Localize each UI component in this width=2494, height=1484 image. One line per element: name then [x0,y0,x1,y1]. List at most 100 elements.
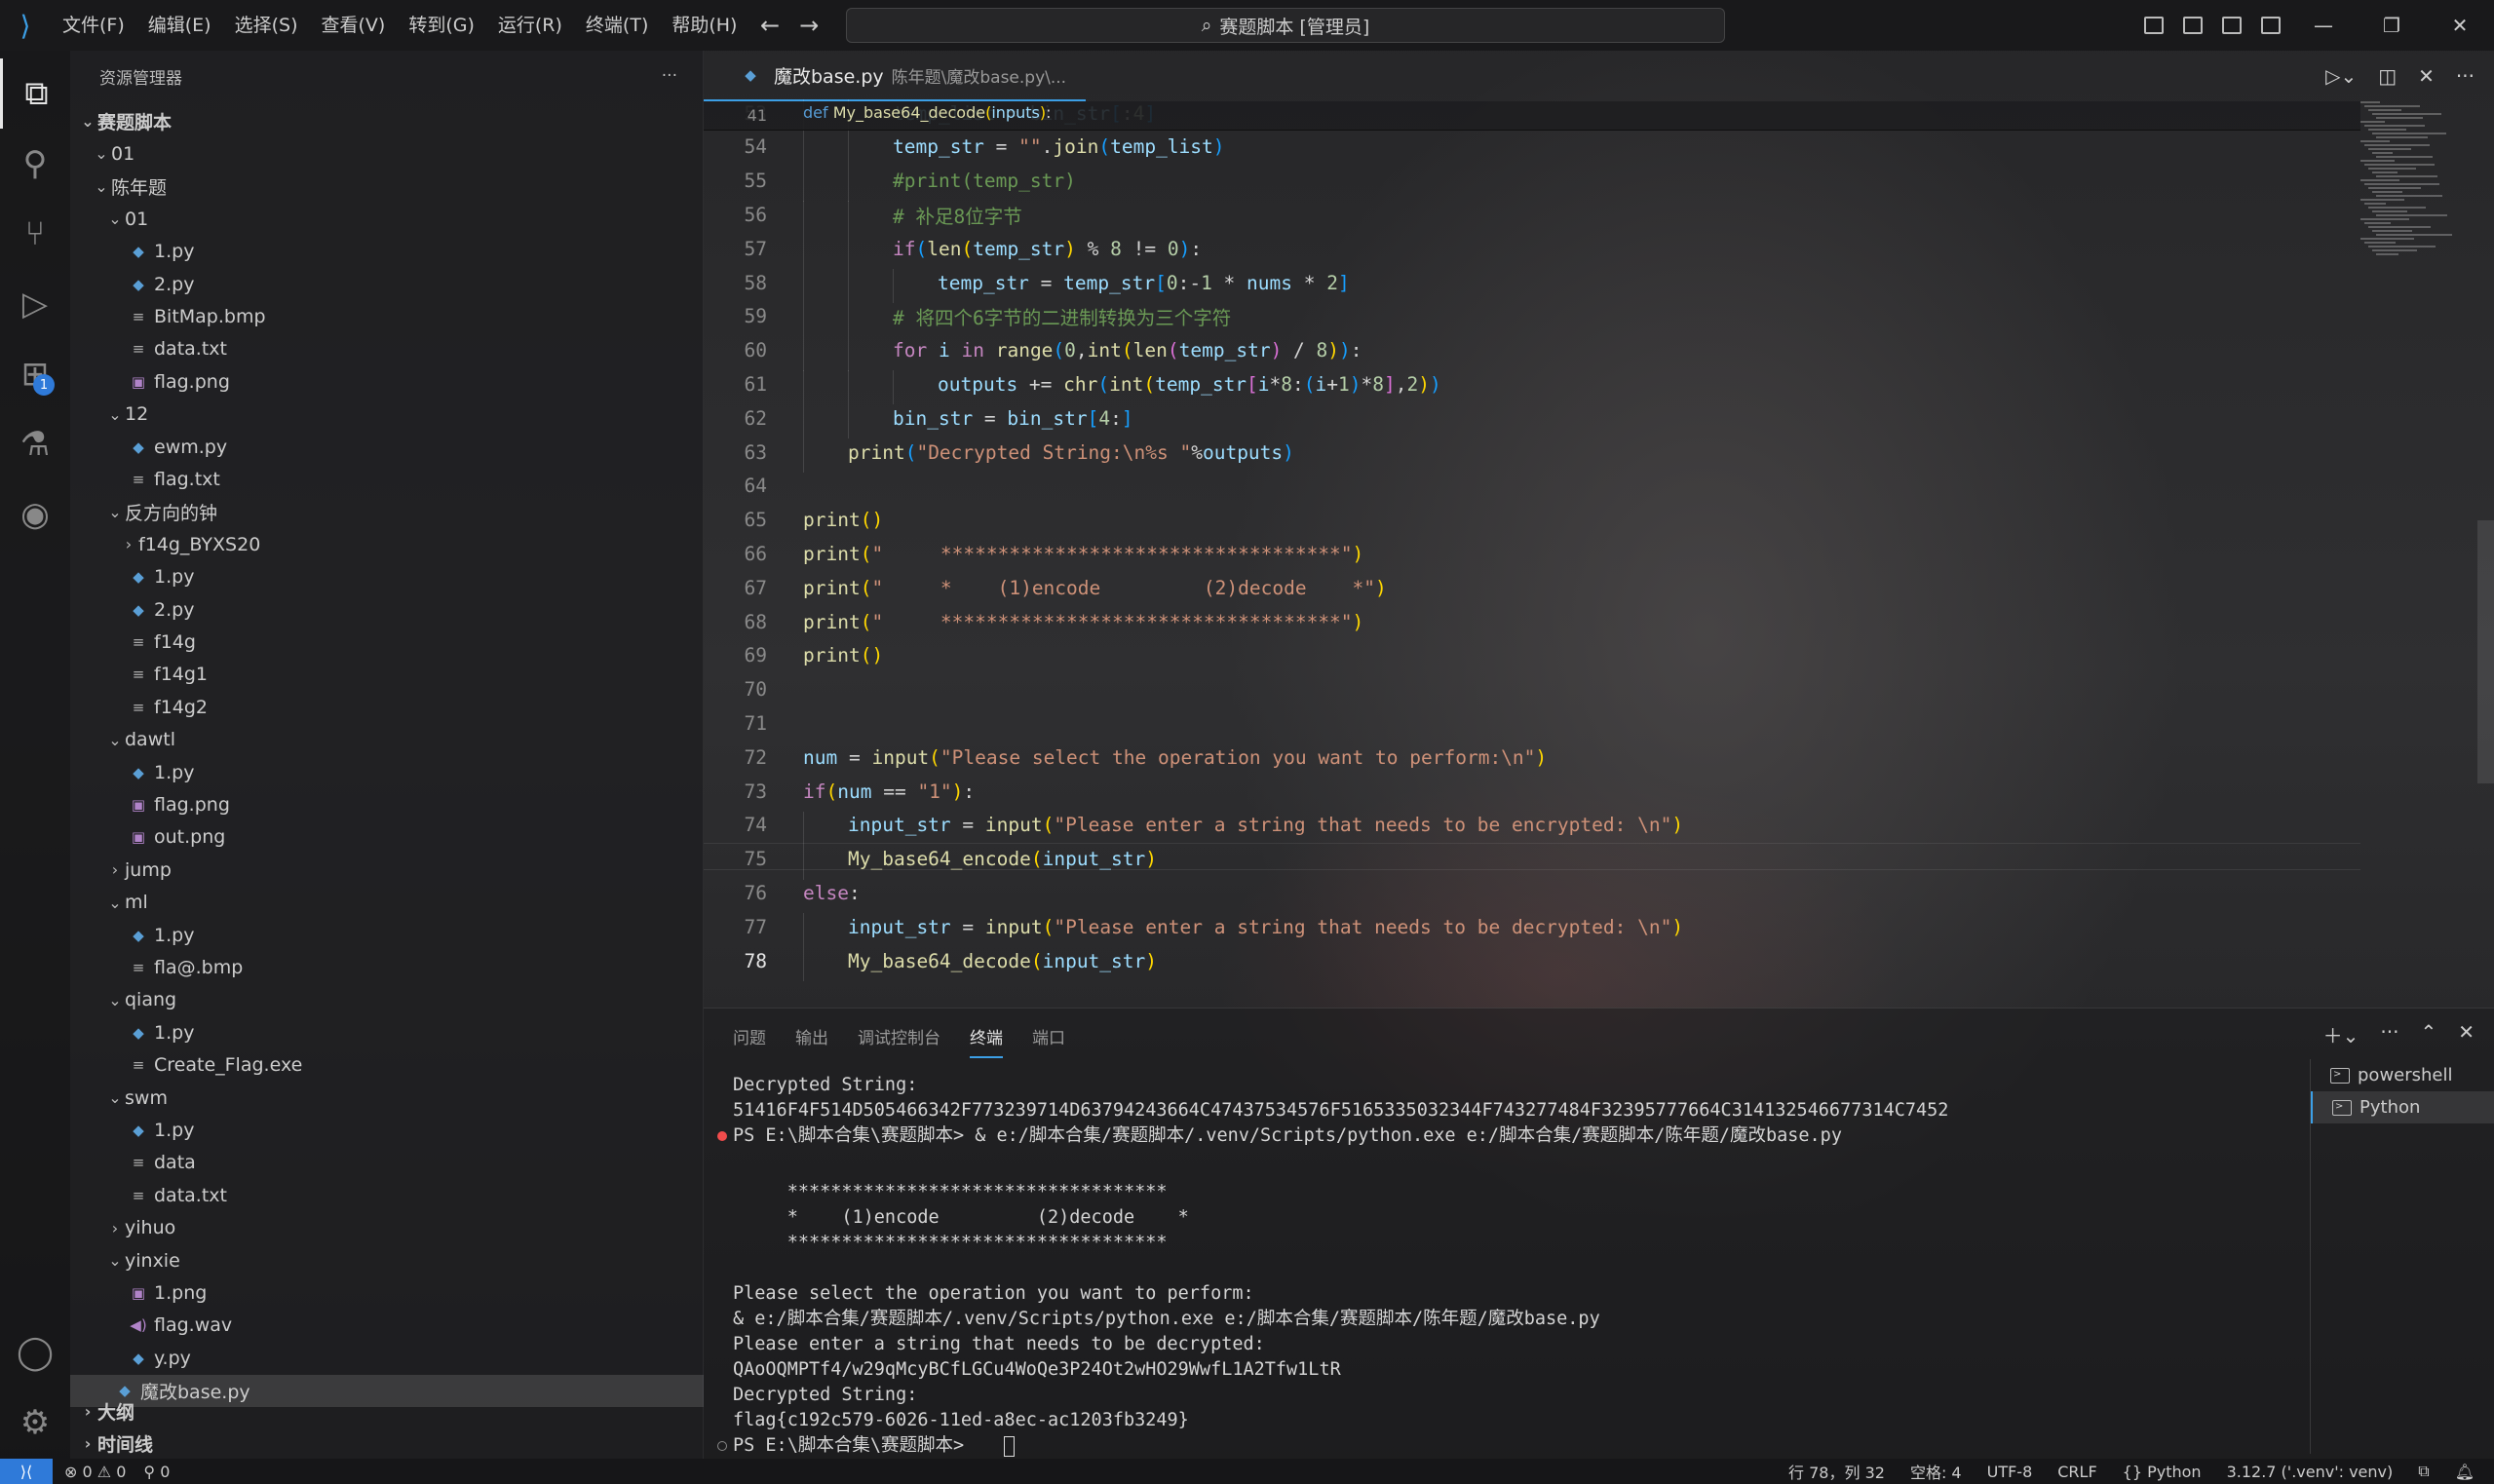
tree-file[interactable]: ◆ 1.py [70,756,704,788]
tree-file[interactable]: ◆ 1.py [70,1114,704,1146]
split-editor-icon[interactable]: ◫ [2378,64,2397,88]
command-center-search[interactable]: ⌕ 赛题脚本 [管理员] [846,8,1725,43]
tree-file[interactable]: ◆ 2.py [70,268,704,300]
panel-tab[interactable]: 问题 [733,1024,766,1058]
tree-file[interactable]: ≡ flag.txt [70,463,704,495]
language-mode[interactable]: {} Python [2123,1463,2202,1481]
tree-file[interactable]: ◆ 1.py [70,1016,704,1048]
tree-folder[interactable]: › yihuo [70,1212,704,1244]
tree-file[interactable]: ≡ data.txt [70,1179,704,1211]
tree-folder[interactable]: › jump [70,854,704,886]
panel-tab[interactable]: 端口 [1032,1024,1065,1058]
tree-folder[interactable]: ⌄ yinxie [70,1244,704,1276]
tree-file[interactable]: ◀) flag.wav [70,1310,704,1342]
tree-folder[interactable]: ⌄ 反方向的钟 [70,496,704,528]
panel-more-icon[interactable]: ··· [2380,1020,2398,1048]
tree-file[interactable]: ≡ f14g2 [70,691,704,723]
toggle-sidebar-icon[interactable] [2144,17,2164,34]
forward-arrow-icon[interactable]: → [799,12,819,39]
search-view-icon[interactable]: ⚲ [0,129,70,199]
menu-item[interactable]: 查看(V) [310,0,398,51]
editor-scrollbar[interactable] [2477,520,2494,783]
new-terminal-icon[interactable]: ＋⌄ [2323,1020,2360,1048]
terminal-instance[interactable]: > Python [2311,1091,2494,1123]
menu-item[interactable]: 帮助(H) [660,0,748,51]
menu-item[interactable]: 转到(G) [397,0,486,51]
tree-file[interactable]: ≡ BitMap.bmp [70,300,704,332]
tree-file[interactable]: ◆ 1.py [70,561,704,593]
remote-explorer-icon[interactable]: ◉ [0,479,70,550]
tree-file[interactable]: ≡ f14g1 [70,659,704,691]
tree-folder[interactable]: ⌄ ml [70,887,704,919]
tree-folder[interactable]: › f14g_BYXS20 [70,528,704,560]
tree-file[interactable]: ≡ f14g [70,626,704,658]
settings-gear-icon[interactable]: ⚙ [0,1388,70,1458]
remote-indicator-icon[interactable]: ⟩⟨ [0,1459,53,1484]
line-ending[interactable]: CRLF [2057,1463,2096,1481]
ports-status[interactable]: ⚲ 0 [143,1463,170,1481]
run-file-icon[interactable]: ▷⌄ [2325,64,2357,88]
tree-folder[interactable]: ⌄ 01 [70,137,704,170]
python-interpreter[interactable]: 3.12.7 ('.venv': venv) [2227,1463,2394,1481]
accounts-icon[interactable]: ◯ [0,1317,70,1388]
panel-tab[interactable]: 调试控制台 [858,1024,940,1058]
line-number: 60 [744,339,767,362]
panel-tab[interactable]: 终端 [970,1024,1003,1058]
customize-layout-icon[interactable] [2261,17,2281,34]
maximize-panel-icon[interactable]: ⌃ [2420,1020,2436,1048]
restore-icon[interactable]: ❐ [2358,0,2426,51]
back-arrow-icon[interactable]: ← [760,12,780,39]
panel-tab[interactable]: 输出 [795,1024,828,1058]
tree-folder[interactable]: ⌄ 01 [70,203,704,235]
run-debug-icon[interactable]: ▷ [0,269,70,339]
tree-file[interactable]: ◆ 1.py [70,236,704,268]
source-control-icon[interactable]: ⑂ [0,199,70,269]
outline-section[interactable]: › 大纲 [70,1395,704,1427]
tree-file[interactable]: ◆ 1.py [70,919,704,951]
cursor-position[interactable]: 行 78，列 32 [1788,1460,1885,1483]
tree-folder[interactable]: ⌄ 陈年题 [70,171,704,203]
close-window-icon[interactable]: ✕ [2426,0,2494,51]
tree-folder[interactable]: ⌄ dawtl [70,724,704,756]
menu-item[interactable]: 选择(S) [223,0,310,51]
terminal-instance[interactable]: > powershell [2311,1059,2494,1091]
tab-mogai-base[interactable]: ◆ 魔改base.py 陈年题\魔改base.py\... [704,51,1087,101]
explorer-more-icon[interactable]: ··· [662,66,677,86]
tree-file[interactable]: ◆ y.py [70,1342,704,1374]
menu-item[interactable]: 运行(R) [486,0,574,51]
tree-file[interactable]: ▣ flag.png [70,365,704,398]
tree-file[interactable]: ▣ 1.png [70,1276,704,1309]
menu-item[interactable]: 编辑(E) [136,0,223,51]
minimap[interactable] [2360,101,2468,267]
tree-file[interactable]: ≡ Create_Flag.exe [70,1049,704,1082]
menu-item[interactable]: 文件(F) [51,0,136,51]
explorer-icon[interactable]: ⧉ [0,58,70,129]
tree-folder[interactable]: ⌄ 12 [70,399,704,431]
notifications-bell-icon[interactable]: 🔔︎ [2455,1463,2475,1481]
tree-file[interactable]: ◆ 2.py [70,593,704,626]
testing-icon[interactable]: ⚗ [0,409,70,479]
tree-folder[interactable]: ⌄ qiang [70,984,704,1016]
tree-file[interactable]: ≡ fla@.bmp [70,951,704,983]
code-editor[interactable]: 53temp_list = bin_str[:4]54temp_str = ""… [704,99,2360,1008]
tree-file[interactable]: ◆ ewm.py [70,431,704,463]
close-panel-icon[interactable]: ✕ [2458,1020,2475,1048]
toggle-secondary-sidebar-icon[interactable] [2222,17,2242,34]
tree-file[interactable]: ▣ flag.png [70,788,704,820]
menu-item[interactable]: 终端(T) [574,0,660,51]
tree-file[interactable]: ≡ data [70,1147,704,1179]
tree-folder[interactable]: ⌄ 赛题脚本 [70,105,704,137]
minimize-icon[interactable]: — [2289,0,2358,51]
tree-file[interactable]: ≡ data.txt [70,333,704,365]
problems-status[interactable]: ⊗ 0 ⚠ 0 [64,1463,126,1481]
encoding[interactable]: UTF-8 [1987,1463,2033,1481]
more-actions-icon[interactable]: ··· [2456,64,2475,88]
close-editor-icon[interactable]: ✕ [2418,64,2435,88]
tree-folder[interactable]: ⌄ swm [70,1082,704,1114]
extensions-icon[interactable]: ⊞ 1 [0,339,70,409]
indentation[interactable]: 空格: 4 [1910,1460,1962,1483]
tree-file[interactable]: ▣ out.png [70,821,704,854]
copilot-icon[interactable]: ⧉ [2418,1462,2429,1481]
timeline-section[interactable]: › 时间线 [70,1427,704,1460]
toggle-panel-icon[interactable] [2183,17,2203,34]
